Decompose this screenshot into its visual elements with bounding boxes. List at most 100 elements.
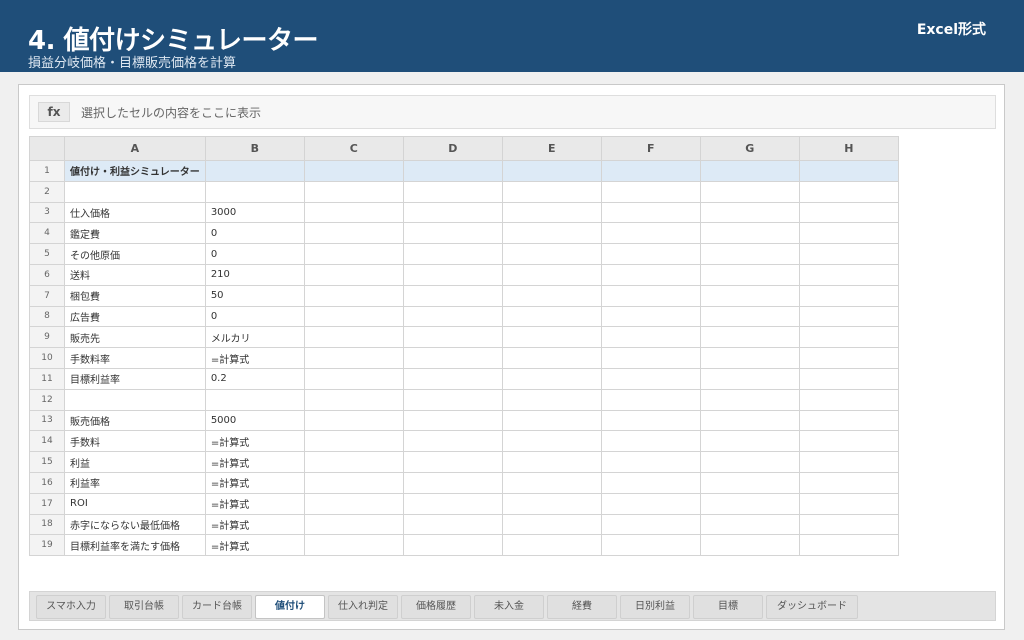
cell-f[interactable] <box>600 326 701 349</box>
cell-g[interactable] <box>699 347 800 369</box>
cell-a[interactable] <box>64 388 206 411</box>
sheet-tab[interactable]: 価格履歴 <box>401 595 471 619</box>
cell-d[interactable] <box>402 409 503 432</box>
cell-c[interactable] <box>303 388 404 411</box>
cell-h[interactable] <box>798 222 899 245</box>
cell-b[interactable]: =計算式 <box>204 471 305 494</box>
cell-a[interactable]: 仕入価格 <box>64 201 206 224</box>
cell-a[interactable]: 広告費 <box>64 305 206 328</box>
cell-h[interactable] <box>798 388 899 411</box>
cell-b[interactable] <box>204 160 305 182</box>
cell-g[interactable] <box>699 430 800 453</box>
cell-g[interactable] <box>699 305 800 328</box>
cell-h[interactable] <box>798 409 899 432</box>
cell-a[interactable]: 手数料率 <box>64 347 206 369</box>
row-header[interactable]: 17 <box>29 492 65 515</box>
cell-a[interactable]: 利益率 <box>64 471 206 494</box>
cell-e[interactable] <box>501 471 602 494</box>
cell-a[interactable]: その他原価 <box>64 243 206 265</box>
cell-d[interactable] <box>402 513 503 536</box>
cell-h[interactable] <box>798 471 899 494</box>
cell-b[interactable]: =計算式 <box>204 430 305 453</box>
cell-c[interactable] <box>303 201 404 224</box>
cell-f[interactable] <box>600 430 701 453</box>
cell-f[interactable] <box>600 513 701 536</box>
cell-f[interactable] <box>600 367 701 390</box>
cell-g[interactable] <box>699 513 800 536</box>
cell-f[interactable] <box>600 388 701 411</box>
column-header-e[interactable]: E <box>501 136 602 161</box>
cell-f[interactable] <box>600 305 701 328</box>
cell-g[interactable] <box>699 534 800 557</box>
column-header-c[interactable]: C <box>303 136 404 161</box>
cell-a[interactable]: 値付け・利益シミュレーター <box>64 160 206 182</box>
cell-e[interactable] <box>501 347 602 369</box>
cell-b[interactable]: 3000 <box>204 201 305 224</box>
row-header[interactable]: 18 <box>29 513 65 536</box>
cell-a[interactable]: 手数料 <box>64 430 206 453</box>
cell-e[interactable] <box>501 388 602 411</box>
sheet-tab[interactable]: スマホ入力 <box>36 595 106 619</box>
corner-cell[interactable] <box>29 136 65 161</box>
cell-c[interactable] <box>303 492 404 515</box>
cell-c[interactable] <box>303 347 404 369</box>
cell-b[interactable] <box>204 388 305 411</box>
cell-h[interactable] <box>798 347 899 369</box>
cell-a[interactable]: 赤字にならない最低価格 <box>64 513 206 536</box>
cell-c[interactable] <box>303 284 404 307</box>
cell-f[interactable] <box>600 243 701 265</box>
cell-c[interactable] <box>303 222 404 245</box>
row-header[interactable]: 6 <box>29 263 65 286</box>
column-header-g[interactable]: G <box>699 136 800 161</box>
row-header[interactable]: 11 <box>29 367 65 390</box>
cell-e[interactable] <box>501 451 602 473</box>
cell-h[interactable] <box>798 263 899 286</box>
cell-f[interactable] <box>600 201 701 224</box>
row-header[interactable]: 5 <box>29 243 65 265</box>
cell-b[interactable]: 50 <box>204 284 305 307</box>
cell-d[interactable] <box>402 305 503 328</box>
cell-b[interactable]: =計算式 <box>204 492 305 515</box>
cell-e[interactable] <box>501 367 602 390</box>
sheet-tab[interactable]: ダッシュボード <box>766 595 858 619</box>
cell-c[interactable] <box>303 180 404 203</box>
cell-c[interactable] <box>303 513 404 536</box>
cell-g[interactable] <box>699 451 800 473</box>
cell-c[interactable] <box>303 409 404 432</box>
cell-e[interactable] <box>501 180 602 203</box>
cell-h[interactable] <box>798 367 899 390</box>
cell-d[interactable] <box>402 451 503 473</box>
cell-h[interactable] <box>798 534 899 557</box>
cell-h[interactable] <box>798 451 899 473</box>
cell-f[interactable] <box>600 409 701 432</box>
sheet-tab[interactable]: カード台帳 <box>182 595 252 619</box>
cell-h[interactable] <box>798 326 899 349</box>
cell-d[interactable] <box>402 263 503 286</box>
cell-c[interactable] <box>303 367 404 390</box>
cell-d[interactable] <box>402 284 503 307</box>
cell-d[interactable] <box>402 534 503 557</box>
sheet-tab[interactable]: 取引台帳 <box>109 595 179 619</box>
cell-f[interactable] <box>600 160 701 182</box>
cell-e[interactable] <box>501 534 602 557</box>
row-header[interactable]: 1 <box>29 160 65 182</box>
cell-f[interactable] <box>600 222 701 245</box>
cell-g[interactable] <box>699 492 800 515</box>
cell-d[interactable] <box>402 326 503 349</box>
cell-b[interactable]: 0 <box>204 243 305 265</box>
cell-g[interactable] <box>699 222 800 245</box>
row-header[interactable]: 4 <box>29 222 65 245</box>
formula-bar[interactable]: fx 選択したセルの内容をここに表示 <box>29 95 996 129</box>
cell-c[interactable] <box>303 243 404 265</box>
row-header[interactable]: 13 <box>29 409 65 432</box>
cell-e[interactable] <box>501 513 602 536</box>
sheet-tab[interactable]: 仕入れ判定 <box>328 595 398 619</box>
cell-f[interactable] <box>600 347 701 369</box>
cell-g[interactable] <box>699 160 800 182</box>
cell-d[interactable] <box>402 471 503 494</box>
row-header[interactable]: 3 <box>29 201 65 224</box>
cell-h[interactable] <box>798 180 899 203</box>
cell-d[interactable] <box>402 243 503 265</box>
cell-f[interactable] <box>600 471 701 494</box>
cell-c[interactable] <box>303 534 404 557</box>
